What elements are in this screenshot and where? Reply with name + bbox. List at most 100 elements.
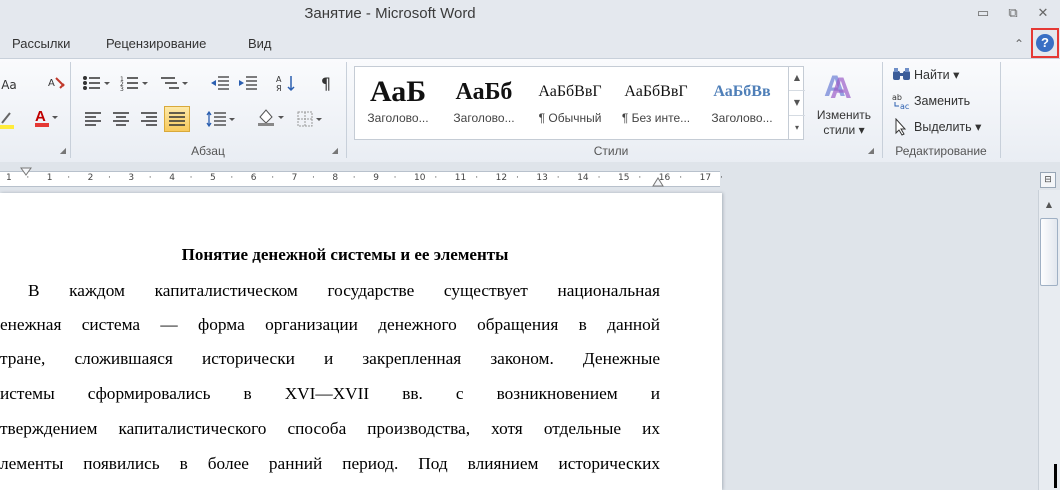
svg-text:A: A [830,72,852,104]
style-normal-name[interactable]: ¶ Обычный [528,110,612,126]
document-line: В каждом капиталистическом государстве с… [28,281,660,300]
document-page[interactable] [0,193,722,490]
ruler-tick-label: 1 [6,173,12,183]
style-heading1-sample[interactable]: АаБ [356,72,440,112]
font-dialog-launcher-icon[interactable]: ◢ [58,146,68,156]
justify-icon[interactable] [164,106,190,132]
restore-button[interactable]: ⧉ [1002,4,1024,24]
ruler-tick-label: · [312,173,315,183]
ruler-tick-label: · [679,173,683,183]
change-case-button[interactable]: Aa [0,74,18,96]
style-heading3-name[interactable]: Заголово... [700,110,784,126]
ruler-tick-label: · [556,173,560,183]
sort-icon[interactable]: AЯ [274,72,298,94]
paragraph-group-label: Абзац [191,144,225,158]
gallery-up-icon[interactable]: ▲ [789,66,805,91]
ruler-tick-label: 12 [495,173,508,183]
ruler-tick-label: 5 [210,173,216,183]
line-spacing-icon[interactable] [204,108,238,130]
svg-text:ab: ab [892,93,902,102]
gallery-down-icon[interactable]: ▼ [789,91,805,116]
scrollbar-thumb[interactable] [1040,218,1058,286]
document-line: тверждением капиталистического способа п… [0,419,660,438]
ruler-tick-label: 10 [414,173,426,183]
style-heading1-name[interactable]: Заголово... [356,110,440,126]
ruler-tick-label: · [148,173,152,183]
align-left-icon[interactable] [82,108,104,130]
align-right-icon[interactable] [138,108,160,130]
minimize-button[interactable]: ▭ [972,4,994,24]
view-ruler-toggle-icon[interactable]: ⊟ [1040,172,1056,188]
ruler-tick-label: · [638,173,642,183]
ruler-tick-label: 13 [536,173,548,183]
style-heading2-name[interactable]: Заголово... [442,110,526,126]
decrease-indent-icon[interactable] [208,72,232,94]
window-title: Занятие - Microsoft Word [304,5,476,22]
ruler-tick-label: · [720,173,723,183]
select-button[interactable]: Выделить ▾ [914,118,994,136]
tab-view[interactable]: Вид [248,34,272,54]
font-color-icon[interactable]: A [32,106,60,128]
ruler-tick-label: · [271,173,275,183]
tab-review[interactable]: Рецензирование [106,34,206,54]
align-center-icon[interactable] [110,108,132,130]
style-no-spacing-sample[interactable]: АаБбВвГ [614,72,698,112]
highlight-color-icon[interactable] [0,108,14,130]
numbering-icon[interactable]: 123 [118,72,152,94]
style-normal-sample[interactable]: АаБбВвГ [528,72,612,112]
ruler-tick-label: · [475,173,479,183]
ruler-tick-label: 11 [454,173,467,183]
gallery-more-icon[interactable]: ▾ [789,116,805,140]
ruler-tick-label: 16 [658,173,671,183]
borders-icon[interactable] [294,108,328,130]
ruler-tick-label: · [516,173,519,183]
change-styles-label[interactable]: Изменить [806,108,882,122]
document-line: тране, сложившаяся исторически и закрепл… [0,349,660,368]
show-formatting-icon[interactable]: ¶ [314,72,338,94]
style-no-spacing-name[interactable]: ¶ Без инте... [614,110,698,126]
help-button[interactable]: ? [1031,28,1059,58]
close-button[interactable]: ✕ [1032,4,1054,24]
ruler-tick-label: · [352,173,356,183]
ruler-tick-label: 14 [577,173,589,183]
ruler-tick-label: · [67,173,71,183]
document-line: енежная система — форма организации дене… [0,315,660,334]
binoculars-icon[interactable] [892,66,912,84]
clear-formatting-icon[interactable]: A [44,72,68,94]
replace-icon[interactable]: ab ac [892,92,912,111]
editing-group-label: Редактирование [895,144,987,158]
change-styles-icon[interactable]: AA [820,64,864,108]
ruler-tick-label: 9 [373,173,379,183]
svg-text:A: A [48,78,55,89]
scroll-up-icon[interactable]: ▲ [1041,198,1057,212]
ruler-tick-label: 8 [332,173,339,183]
ruler-tick-label: 1 [46,173,53,183]
style-heading3-sample[interactable]: АаБбВв [700,72,784,112]
bullets-icon[interactable] [80,72,114,94]
ruler-tick-label: · [189,173,193,183]
styles-gallery-scroll[interactable]: ▲ ▼ ▾ [788,66,805,140]
paragraph-dialog-launcher-icon[interactable]: ◢ [330,146,340,156]
ruler-tick-label: 15 [618,173,630,183]
minimize-ribbon-icon[interactable]: ⌃ [1012,34,1026,54]
ruler-tick-label: · [108,173,111,183]
increase-indent-icon[interactable] [236,72,260,94]
ruler-tick-label: 3 [128,173,135,183]
tab-mailings[interactable]: Рассылки [12,34,70,54]
change-styles-label-2[interactable]: стили ▾ [806,123,882,137]
find-button[interactable]: Найти ▾ [914,66,984,84]
style-heading2-sample[interactable]: АаБб [442,72,526,112]
ruler-tick-label: 17 [699,173,712,183]
multilevel-list-icon[interactable] [158,72,192,94]
document-heading: Понятие денежной системы и ее элементы [181,245,509,264]
ruler-tick-label: · [434,173,438,183]
styles-group-label: Стили [593,144,629,158]
svg-text:A: A [35,108,46,125]
styles-dialog-launcher-icon[interactable]: ◢ [866,146,876,156]
select-cursor-icon[interactable] [894,117,910,136]
shading-icon[interactable] [254,106,288,128]
ruler-tick-label: · [393,173,397,183]
replace-button[interactable]: Заменить [914,92,994,110]
svg-text:3: 3 [120,86,124,91]
ribbon-separator [1000,62,1001,158]
